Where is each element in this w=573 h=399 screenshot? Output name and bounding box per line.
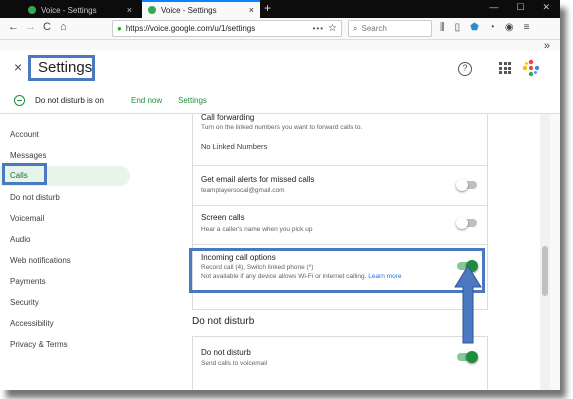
account-avatar-icon[interactable] (522, 59, 540, 77)
tab-label: Voice - Settings (161, 5, 217, 15)
pointer-arrow-icon (454, 265, 482, 344)
dnd-section-heading: Do not disturb (192, 316, 255, 327)
dnd-banner: Do not disturb is on End now Settings (0, 88, 560, 114)
home-icon[interactable]: ⌂ (60, 21, 67, 33)
library-icon[interactable]: ⫼ (440, 22, 445, 33)
dnd-subtitle: Send calls to voicemail (201, 360, 268, 367)
url-bar[interactable]: ● https://voice.google.com/u/1/settings … (112, 20, 342, 37)
help-icon[interactable]: ? (458, 62, 472, 76)
screen-calls-toggle[interactable] (456, 217, 477, 229)
dnd-settings-link[interactable]: Settings (178, 96, 207, 105)
missed-call-alerts-toggle[interactable] (456, 179, 477, 191)
missed-call-alerts-email: teamplayersocal@gmail.com (201, 187, 285, 194)
extension-icon[interactable]: ◔ (489, 22, 495, 33)
divider (193, 205, 487, 206)
minimize-button[interactable]: — (489, 2, 498, 13)
close-icon[interactable]: × (14, 59, 22, 75)
dnd-title: Do not disturb (201, 348, 251, 357)
reload-icon[interactable]: C (43, 21, 51, 33)
sidebar-item-accessibility[interactable]: Accessibility (0, 314, 130, 334)
browser-window: Voice - Settings × Voice - Settings × + … (0, 0, 560, 390)
sidebar-item-account[interactable]: Account (0, 125, 130, 145)
lock-icon: ● (117, 24, 122, 33)
search-icon: ⌕ (353, 23, 358, 33)
divider (193, 244, 487, 245)
window-controls: — ☐ ✕ (489, 2, 550, 13)
sidebar-icon[interactable]: ▯ (455, 22, 461, 33)
scrollbar-thumb[interactable] (542, 246, 548, 296)
no-linked-numbers-text: No Linked Numbers (201, 142, 268, 151)
toolbar-icons: ⫼ ▯ ⬟ ◔ ◉ ≡ (440, 22, 529, 33)
tab-label: Voice - Settings (41, 5, 97, 15)
call-forwarding-title: Call forwarding (201, 113, 255, 122)
tab-strip: Voice - Settings × Voice - Settings × + … (0, 0, 560, 18)
sidebar-item-payments[interactable]: Payments (0, 272, 130, 292)
url-text: https://voice.google.com/u/1/settings (125, 24, 256, 33)
tab-close-icon[interactable]: × (127, 5, 132, 15)
screen-calls-subtitle: Hear a caller's name when you pick up (201, 226, 313, 233)
call-forwarding-subtitle: Turn on the linked numbers you want to f… (201, 124, 363, 131)
title-highlight-box (28, 55, 95, 81)
search-input[interactable]: ⌕ Search (348, 20, 432, 37)
voice-favicon-icon (28, 6, 36, 14)
end-now-link[interactable]: End now (131, 96, 162, 105)
close-window-button[interactable]: ✕ (542, 2, 550, 13)
search-placeholder: Search (361, 24, 387, 33)
settings-sidebar: Account Messages Calls Do not disturb Vo… (0, 114, 140, 390)
dnd-status-text: Do not disturb is on (35, 96, 104, 105)
sidebar-item-do-not-disturb[interactable]: Do not disturb (0, 188, 130, 208)
sidebar-item-web-notifications[interactable]: Web notifications (0, 251, 130, 271)
content-scrollbar[interactable] (540, 114, 550, 390)
bookmark-star-icon[interactable]: ☆ (328, 23, 337, 34)
extension-2-icon[interactable]: ◉ (505, 22, 514, 33)
do-not-disturb-icon (14, 95, 25, 106)
new-tab-button[interactable]: + (264, 1, 271, 15)
sidebar-item-privacy-terms[interactable]: Privacy & Terms (0, 335, 130, 355)
menu-icon[interactable]: ≡ (524, 22, 530, 33)
missed-call-alerts-title: Get email alerts for missed calls (201, 175, 315, 184)
settings-content: Call forwarding Turn on the linked numbe… (140, 113, 540, 390)
apps-grid-icon[interactable] (499, 62, 511, 74)
forward-icon[interactable]: → (25, 21, 36, 33)
dnd-settings-card: Do not disturb Send calls to voicemail (192, 336, 488, 390)
sidebar-item-audio[interactable]: Audio (0, 230, 130, 250)
browser-tab-1[interactable]: Voice - Settings × (22, 2, 138, 18)
calls-highlight-box (2, 163, 47, 185)
divider (193, 165, 487, 166)
sidebar-item-security[interactable]: Security (0, 293, 130, 313)
extension-shield-icon[interactable]: ⬟ (470, 22, 479, 33)
browser-tab-2-active[interactable]: Voice - Settings × (142, 0, 260, 18)
dnd-toggle[interactable] (457, 351, 478, 363)
navigation-bar: ← → C ⌂ ● https://voice.google.com/u/1/s… (0, 18, 560, 40)
sidebar-item-voicemail[interactable]: Voicemail (0, 209, 130, 229)
screen-calls-title: Screen calls (201, 213, 245, 222)
app-header: × Settings ? (0, 50, 560, 88)
maximize-button[interactable]: ☐ (516, 2, 524, 13)
page-actions-menu-icon[interactable]: ••• (313, 24, 324, 33)
incoming-options-highlight-box (189, 248, 485, 293)
tab-close-icon[interactable]: × (249, 5, 254, 15)
voice-favicon-icon (148, 6, 156, 14)
back-icon[interactable]: ← (8, 21, 19, 33)
